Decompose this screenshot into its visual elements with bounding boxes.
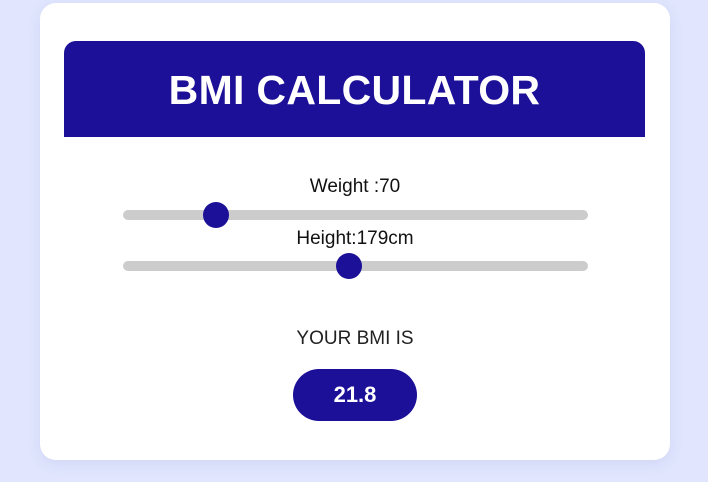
weight-slider-thumb[interactable] [203,202,229,228]
weight-label: Weight :70 [309,176,401,197]
height-slider[interactable] [123,253,588,279]
page-title: BMI CALCULATOR [168,66,541,113]
height-slider-thumb[interactable] [336,253,363,279]
bmi-result-label: YOUR BMI IS [296,328,414,349]
calculator-card: BMI CALCULATOR Weight :70 Height:179cm Y… [40,3,670,460]
header-banner: BMI CALCULATOR [64,41,645,137]
bmi-value-badge: 21.8 [293,369,417,421]
weight-slider[interactable] [123,202,588,228]
height-label: Height:179cm [296,228,414,249]
weight-slider-track[interactable] [123,210,588,220]
bmi-value: 21.8 [333,382,377,407]
